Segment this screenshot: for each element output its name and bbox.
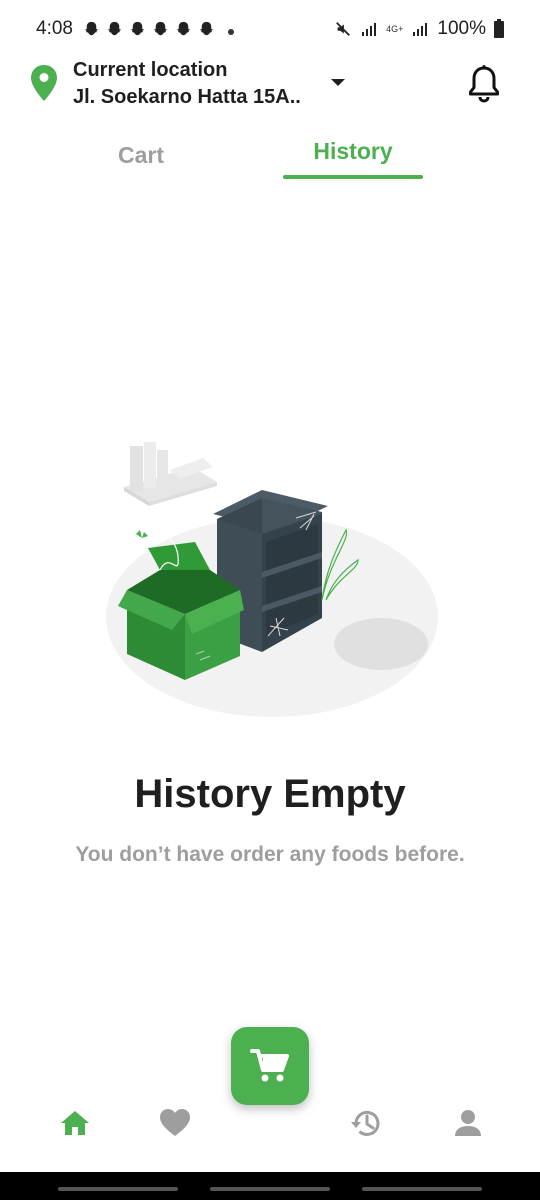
status-bar: 4:08 4G+ 100% [0,0,540,60]
empty-state-subtitle: You don’t have order any foods before. [75,843,465,866]
battery-icon [494,18,504,38]
mute-icon [336,22,350,36]
system-nav-home[interactable] [210,1187,330,1191]
signal-icon [362,23,377,36]
snapchat-icon [107,21,122,36]
snapchat-icon [153,21,168,36]
location-pin-icon [31,65,57,101]
snapchat-icon [176,21,191,36]
location-header: Current location Jl. Soekarno Hatta 15A.… [0,58,540,118]
cart-icon [250,1049,289,1082]
snapchat-icon [84,21,99,36]
person-icon[interactable] [451,1106,485,1140]
home-icon[interactable] [58,1106,92,1140]
system-nav-recents[interactable] [58,1187,178,1191]
status-time: 4:08 [36,18,73,39]
battery-percent: 100% [437,18,486,39]
status-right: 4G+ 100% [334,18,504,40]
caret-down-icon[interactable] [331,79,345,86]
snapchat-icon [130,21,145,36]
system-navigation-bar [0,1172,540,1200]
bell-icon[interactable] [466,64,502,104]
signal-icon [413,23,428,36]
location-label[interactable]: Current location [73,59,227,82]
more-notifications-dot [228,29,234,35]
active-tab-indicator [283,175,423,179]
heart-icon[interactable] [158,1106,192,1140]
system-nav-back[interactable] [362,1187,482,1191]
cart-fab-button[interactable] [231,1027,309,1105]
empty-state-title: History Empty [134,772,406,816]
network-type: 4G+ [386,23,404,34]
notification-icons [82,20,216,39]
snapchat-icon [199,21,214,36]
history-icon[interactable] [349,1106,383,1140]
tab-cart[interactable]: Cart [66,142,216,186]
location-address[interactable]: Jl. Soekarno Hatta 15A.. [73,86,301,109]
empty-history-illustration [106,442,438,717]
